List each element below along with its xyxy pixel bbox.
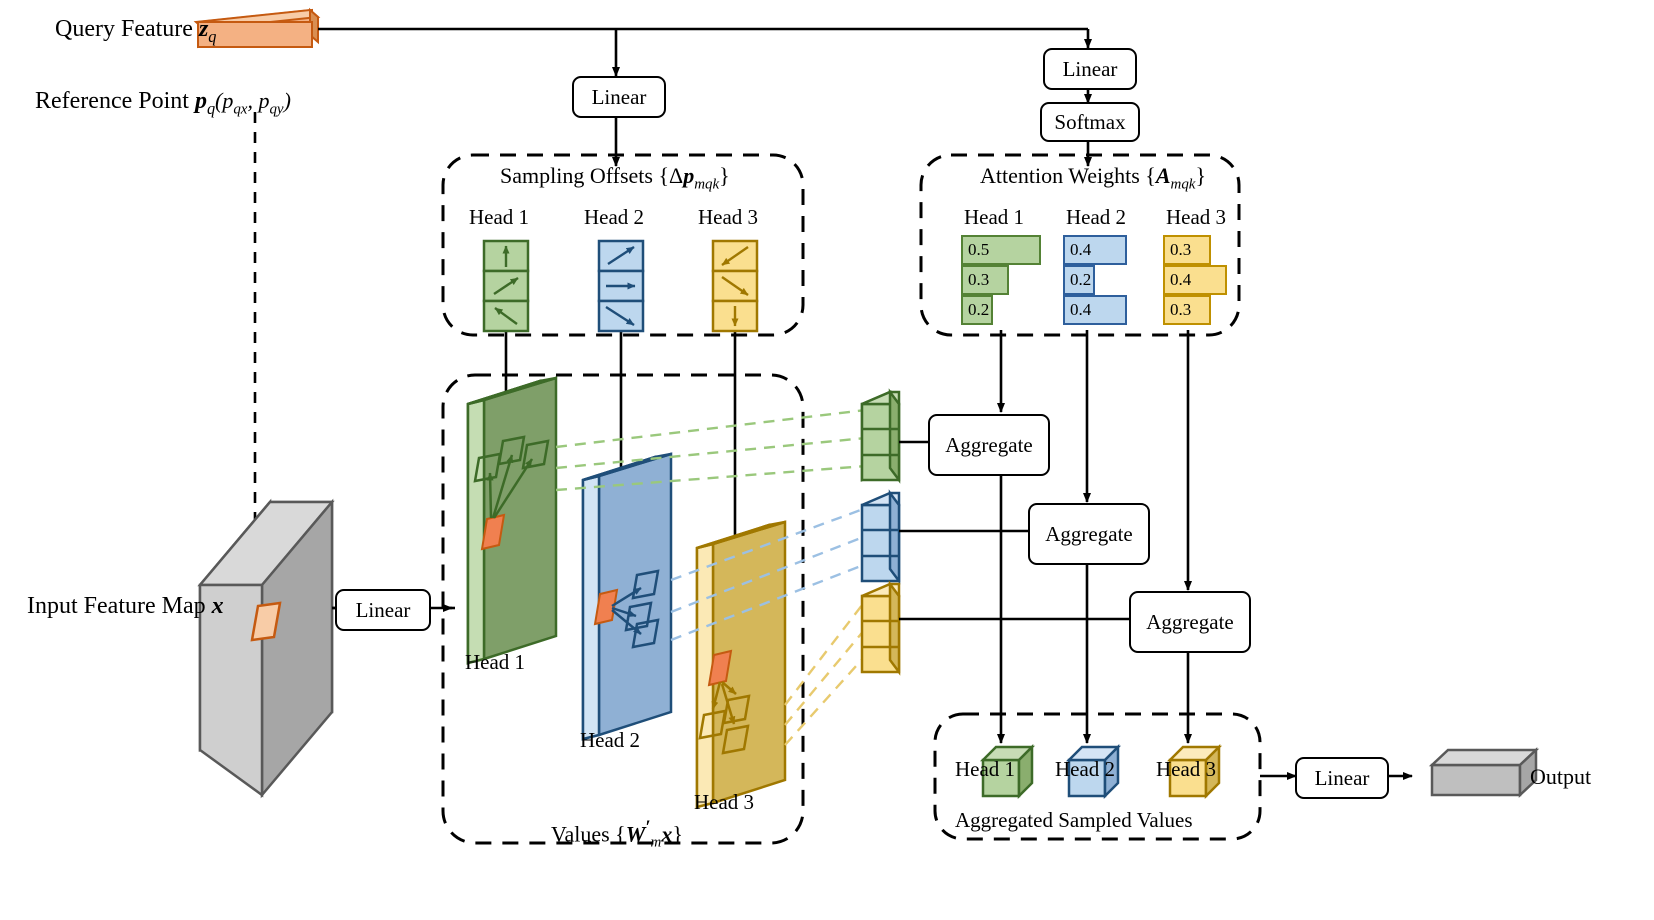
attention-weight-bar: 0.3 — [1163, 235, 1211, 265]
values-title-symbol-2: x — [661, 821, 673, 847]
attention-weight-bar: 0.3 — [961, 265, 1009, 295]
query-feature-label: Query Feature zq — [55, 16, 216, 47]
linear-box-input[interactable]: Linear — [335, 589, 431, 631]
attention-weight-value: 0.2 — [1070, 270, 1092, 289]
attention-weight-value: 0.3 — [1170, 240, 1192, 259]
attention-weight-value: 0.4 — [1070, 300, 1092, 319]
reference-point-subscript: q — [206, 98, 216, 118]
values-head-3-label: Head 3 — [694, 790, 755, 814]
attention-weights-title-main: Attention Weights { — [980, 163, 1156, 188]
aggregated-head-3-label: Head 3 — [1156, 757, 1217, 781]
reference-point-coords: (pqx, pqy) — [215, 88, 291, 118]
attention-weights-title-symbol: A — [1155, 163, 1171, 188]
values-title-end: } — [672, 821, 683, 847]
attention-weight-bar: 0.3 — [1163, 295, 1211, 325]
aggregated-title: Aggregated Sampled Values — [955, 808, 1193, 832]
output-block — [1428, 747, 1540, 798]
diagram-canvas: Query Feature zq Reference Point pq (pqx… — [0, 0, 1654, 920]
linear-box-weights[interactable]: Linear — [1043, 48, 1137, 90]
diagram-svg — [193, 7, 1540, 845]
weights-head-3-label: Head 3 — [1166, 205, 1227, 229]
attention-weight-value: 0.4 — [1170, 270, 1192, 289]
sampled-values-stack-head-1 — [860, 388, 901, 484]
aggregated-head-2-label: Head 2 — [1055, 757, 1116, 781]
attention-weight-bar: 0.2 — [961, 295, 993, 325]
attention-weight-value: 0.5 — [968, 240, 990, 259]
offset-cells-head-2 — [597, 239, 645, 333]
attention-weight-value: 0.3 — [1170, 300, 1192, 319]
output-text: Output — [1530, 764, 1592, 789]
sampling-offsets-title-main: Sampling Offsets {Δ — [500, 163, 684, 188]
aggregate-box-3[interactable]: Aggregate — [1129, 591, 1251, 653]
attention-weights-title: Attention Weights {Amqk} — [980, 163, 1206, 193]
attention-weight-bar: 0.4 — [1163, 265, 1227, 295]
attention-weights-title-subscript: mqk — [1170, 176, 1196, 193]
weights-head-1-label: Head 1 — [964, 205, 1025, 229]
attention-weight-bar: 0.4 — [1063, 235, 1127, 265]
attention-weight-bar: 0.2 — [1063, 265, 1095, 295]
sampled-values-stack-head-3 — [860, 580, 901, 676]
input-feature-map-block — [197, 498, 335, 799]
aggregate-box-2[interactable]: Aggregate — [1028, 503, 1150, 565]
reference-point-symbol: p — [194, 88, 207, 114]
values-title-symbol: W — [625, 821, 646, 847]
attention-weight-value: 0.2 — [968, 300, 990, 319]
query-feature-symbol: z — [198, 16, 209, 42]
aggregated-head-1-label: Head 1 — [955, 757, 1016, 781]
attention-weight-value: 0.3 — [968, 270, 990, 289]
value-plane-head-2 — [581, 452, 673, 741]
linear-box-output[interactable]: Linear — [1295, 757, 1389, 799]
weights-head-2-label: Head 2 — [1066, 205, 1127, 229]
sampling-offsets-title: Sampling Offsets {Δpmqk} — [500, 163, 730, 193]
input-feature-map-text: Input Feature Map — [27, 593, 206, 619]
input-feature-map-symbol: x — [211, 593, 224, 619]
reference-point-text: Reference Point — [35, 88, 189, 114]
sampling-offsets-title-symbol: p — [683, 163, 695, 188]
linear-box-offsets[interactable]: Linear — [572, 76, 666, 118]
values-title-main: Values { — [551, 821, 626, 847]
attention-weight-value: 0.4 — [1070, 240, 1092, 259]
values-title-subscript: m — [650, 834, 662, 851]
softmax-box[interactable]: Softmax — [1040, 102, 1140, 142]
value-plane-head-1 — [466, 376, 558, 665]
offset-cells-head-1 — [482, 239, 530, 333]
query-feature-subscript: q — [208, 26, 217, 46]
sampling-offsets-title-subscript: mqk — [694, 176, 720, 193]
attention-weight-bar: 0.5 — [961, 235, 1041, 265]
sampled-values-stack-head-2 — [860, 489, 901, 585]
sampling-offsets-title-end: } — [719, 163, 730, 188]
offsets-head-1-label: Head 1 — [469, 205, 530, 229]
reference-point-label: Reference Point pq — [35, 88, 215, 119]
output-label: Output — [1530, 764, 1591, 790]
query-feature-text: Query Feature — [55, 16, 193, 42]
aggregate-box-1[interactable]: Aggregate — [928, 414, 1050, 476]
values-head-2-label: Head 2 — [580, 728, 641, 752]
values-head-1-label: Head 1 — [465, 650, 526, 674]
attention-weight-bar: 0.4 — [1063, 295, 1127, 325]
offset-cells-head-3 — [711, 239, 759, 333]
values-title: Values {W′mx} — [551, 817, 683, 852]
offsets-head-2-label: Head 2 — [584, 205, 645, 229]
offsets-head-3-label: Head 3 — [698, 205, 759, 229]
input-feature-map-label: Input Feature Map x — [27, 593, 224, 620]
attention-weights-title-end: } — [1195, 163, 1206, 188]
